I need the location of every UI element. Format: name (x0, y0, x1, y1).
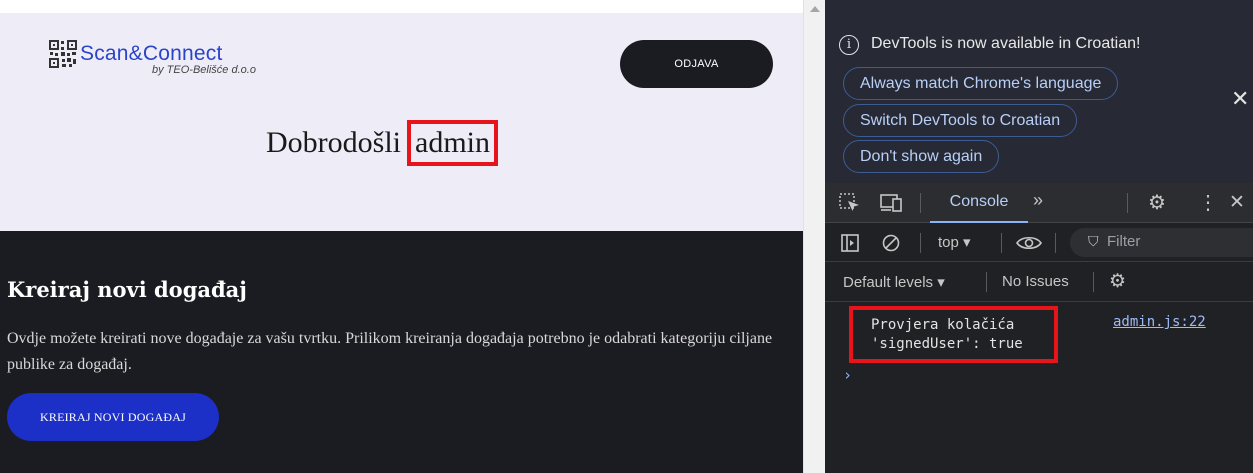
devtools-panel: i DevTools is now available in Croatian!… (825, 0, 1253, 473)
web-page: Scan&Connect by TEO-Belišće d.o.o ODJAVA… (0, 13, 803, 473)
welcome-heading: Dobrodošli admin (266, 120, 498, 166)
clear-icon[interactable] (882, 234, 900, 252)
match-language-button[interactable]: Always match Chrome's language (843, 67, 1119, 100)
levels-bar: Default levels ▾ No Issues ⚙ (825, 262, 1253, 302)
create-event-section: Kreiraj novi događaj Ovdje možete kreira… (0, 231, 803, 473)
welcome-greeting: Dobrodošli (266, 126, 401, 159)
inspect-icon[interactable] (839, 193, 861, 213)
scroll-up-arrow-icon[interactable] (810, 6, 820, 12)
dont-show-again-button[interactable]: Don't show again (843, 140, 1000, 173)
sidebar-icon[interactable] (841, 234, 859, 252)
filter-placeholder: Filter (1107, 233, 1141, 250)
log-levels-dropdown[interactable]: Default levels ▾ (843, 273, 945, 291)
logout-button[interactable]: ODJAVA (620, 40, 773, 88)
page-scrollbar[interactable] (803, 0, 825, 473)
welcome-username: admin (407, 120, 498, 166)
settings-icon[interactable]: ⚙ (1148, 190, 1166, 215)
close-devtools-icon[interactable]: ✕ (1229, 191, 1245, 214)
close-icon[interactable]: ✕ (1231, 86, 1249, 112)
qr-code-icon (48, 39, 78, 69)
console-source-link[interactable]: admin.js:22 (1113, 314, 1206, 330)
section-title: Kreiraj novi događaj (7, 277, 247, 302)
console-message: Provjera kolačića 'signedUser': true (871, 317, 1023, 352)
devtools-tab-bar: Console » ⚙ ⋮ ✕ (825, 183, 1253, 223)
filter-icon: ⛉ (1088, 233, 1099, 249)
section-description: Ovdje možete kreirati nove događaje za v… (7, 330, 773, 373)
switch-language-button[interactable]: Switch DevTools to Croatian (843, 104, 1078, 137)
eye-icon[interactable] (1016, 235, 1042, 251)
kebab-icon[interactable]: ⋮ (1198, 190, 1218, 215)
toolbar-separator (1055, 233, 1056, 253)
tab-console[interactable]: Console (930, 183, 1028, 223)
issues-counter[interactable]: No Issues (1002, 273, 1069, 290)
console-prompt[interactable]: › (843, 366, 852, 384)
logo[interactable]: Scan&Connect by TEO-Belišće d.o.o (48, 39, 308, 89)
language-notice: i DevTools is now available in Croatian!… (825, 0, 1253, 183)
toolbar-separator (1001, 233, 1002, 253)
filter-input[interactable]: ⛉ Filter (1070, 228, 1253, 257)
create-event-button[interactable]: KREIRAJ NOVI DOGAĐAJ (7, 393, 219, 441)
brand-name: Scan&Connect (80, 42, 223, 65)
more-tabs-icon[interactable]: » (1033, 190, 1043, 211)
header-section: Scan&Connect by TEO-Belišće d.o.o ODJAVA… (0, 13, 803, 231)
tab-separator (920, 193, 921, 213)
notice-text: DevTools is now available in Croatian! (871, 35, 1141, 52)
info-icon: i (839, 35, 859, 55)
console-settings-icon[interactable]: ⚙ (1109, 270, 1126, 293)
levels-separator (1093, 272, 1094, 292)
tab-separator (1127, 193, 1128, 213)
brand-subtitle: by TEO-Belišće d.o.o (152, 64, 256, 76)
context-selector[interactable]: top ▾ (938, 233, 971, 251)
levels-separator (986, 272, 987, 292)
console-message-highlight: Provjera kolačića 'signedUser': true (849, 306, 1058, 363)
console-toolbar: top ▾ ⛉ Filter (825, 224, 1253, 262)
device-icon[interactable] (879, 193, 905, 213)
toolbar-separator (920, 233, 921, 253)
